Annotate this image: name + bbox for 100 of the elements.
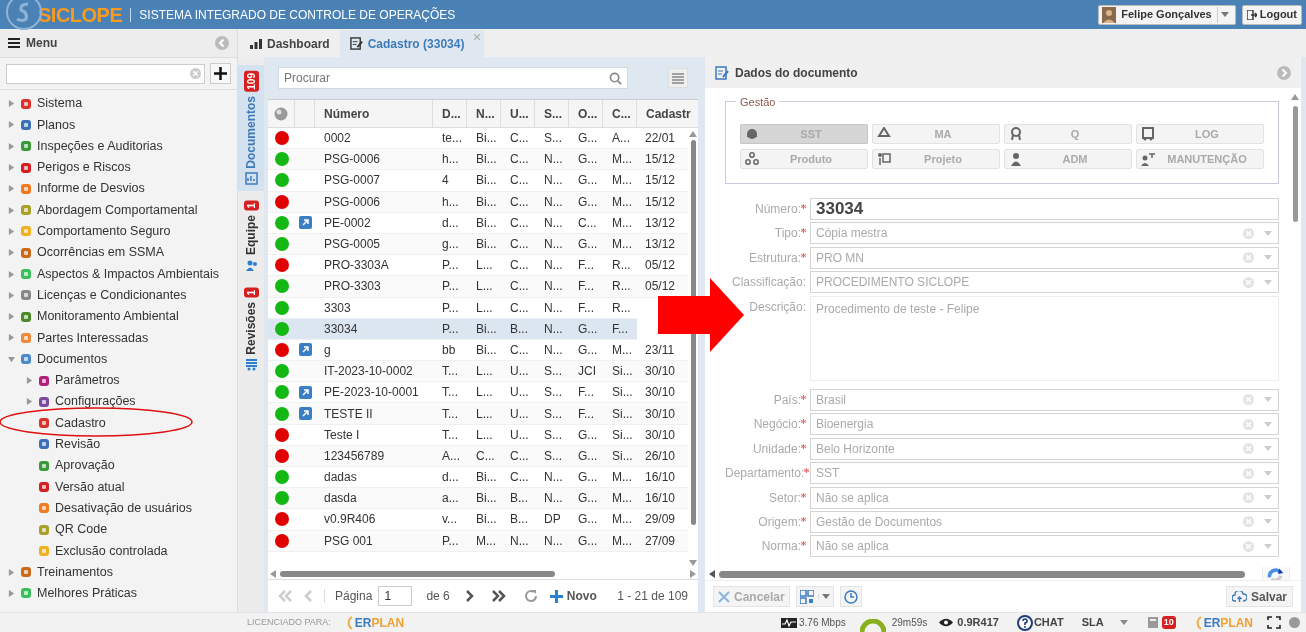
- expand-arrow-icon[interactable]: [8, 185, 15, 193]
- caret-icon[interactable]: [1264, 397, 1272, 403]
- menu-item[interactable]: Desativação de usuários: [55, 498, 192, 518]
- shortcut-icon[interactable]: [298, 407, 312, 421]
- expand-arrow-icon[interactable]: [8, 589, 15, 597]
- expand-arrow-icon[interactable]: [8, 270, 15, 278]
- collapse-arrow-icon[interactable]: [8, 355, 15, 363]
- expand-arrow-icon[interactable]: [8, 249, 15, 257]
- menu-item[interactable]: Melhores Práticas: [37, 584, 138, 603]
- menu-item[interactable]: Partes Interessadas: [37, 328, 149, 348]
- user-menu[interactable]: Felipe Gonçalves: [1098, 4, 1236, 25]
- caret-icon[interactable]: [1119, 620, 1128, 625]
- scroll-down-icon[interactable]: [689, 560, 697, 566]
- vertical-scrollbar[interactable]: [1291, 94, 1299, 222]
- previous-page-icon[interactable]: [304, 590, 312, 602]
- table-row[interactable]: PSG-0006 h... Bi... C... N... G... M... 15/12: [268, 191, 688, 213]
- collapse-icon[interactable]: [215, 36, 229, 50]
- scroll-left-icon[interactable]: [709, 570, 715, 578]
- horizontal-scrollbar[interactable]: [709, 568, 1245, 580]
- menu-item[interactable]: Documentos: [37, 349, 108, 369]
- column-header[interactable]: Número: [315, 100, 433, 127]
- column-header[interactable]: C...: [603, 100, 637, 127]
- columns-button[interactable]: [668, 68, 688, 88]
- menu-item[interactable]: Perigos e Riscos: [37, 158, 131, 177]
- expand-arrow-icon[interactable]: [8, 568, 15, 576]
- expand-arrow-icon[interactable]: [8, 100, 15, 108]
- table-row[interactable]: PSG-0005 g... Bi... C... N... G... M... 13/12: [268, 233, 688, 256]
- history-button[interactable]: [839, 586, 862, 607]
- shortcut-icon[interactable]: [298, 216, 312, 230]
- search-icon[interactable]: [609, 71, 622, 85]
- chat-button[interactable]: CHAT: [1016, 614, 1064, 631]
- save-button[interactable]: Salvar: [1225, 586, 1293, 607]
- expand-arrow-icon[interactable]: [8, 206, 15, 214]
- caret-icon[interactable]: [1264, 543, 1272, 549]
- close-icon[interactable]: [474, 34, 481, 40]
- table-row[interactable]: dasda a... Bi... B... N... G... M... 16/10: [268, 488, 688, 510]
- shortcut-icon[interactable]: [298, 385, 312, 399]
- qr-code-button[interactable]: [795, 586, 834, 607]
- expand-arrow-icon[interactable]: [8, 334, 15, 342]
- menu-item[interactable]: Parâmetros: [55, 371, 120, 390]
- calculator-icon[interactable]: [1147, 617, 1158, 628]
- table-row[interactable]: 33034 P... Bi... B... N... G... F...: [268, 318, 637, 340]
- page-field[interactable]: 1: [378, 586, 413, 606]
- caret-icon[interactable]: [1264, 255, 1272, 261]
- menu-item[interactable]: Aprovação: [55, 456, 115, 476]
- menu-item[interactable]: QR Code: [55, 520, 108, 539]
- expand-arrow-icon[interactable]: [8, 291, 15, 299]
- caret-icon[interactable]: [1264, 421, 1272, 427]
- expand-arrow-icon[interactable]: [8, 227, 15, 235]
- caret-icon[interactable]: [1264, 230, 1272, 236]
- column-header[interactable]: O...: [569, 100, 603, 127]
- menu-item[interactable]: Comportamento Seguro: [37, 222, 171, 241]
- scroll-up-icon[interactable]: [1291, 94, 1299, 100]
- menu-search-field[interactable]: [6, 63, 205, 84]
- menu-item[interactable]: Exclusão controlada: [55, 541, 168, 561]
- caret-icon[interactable]: [1264, 279, 1272, 285]
- menu-item[interactable]: Planos: [37, 115, 76, 135]
- table-row[interactable]: PSG-0007 4 Bi... C... N... G... M... 15/12: [268, 170, 688, 192]
- menu-item[interactable]: Ocorrências em SSMA: [37, 243, 165, 263]
- menu-item[interactable]: Configurações: [55, 392, 136, 412]
- caret-icon[interactable]: [1264, 519, 1272, 525]
- menu-item[interactable]: Abordagem Comportamental: [37, 200, 198, 220]
- table-row[interactable]: IT-2023-10-0002 T... L... U... S... JCI Si... 30/10: [268, 361, 688, 383]
- horizontal-scrollbar[interactable]: [268, 569, 698, 579]
- next-page-icon[interactable]: [465, 590, 474, 602]
- column-header[interactable]: U...: [501, 100, 535, 127]
- side-tab[interactable]: 109 Documentos: [238, 65, 264, 192]
- table-row[interactable]: dadas d... Bi... C... N... G... M... 16/10: [268, 467, 688, 489]
- menu-item[interactable]: Revisão: [55, 435, 101, 454]
- column-header[interactable]: D...: [433, 100, 467, 127]
- expand-icon[interactable]: [1277, 65, 1291, 80]
- menu-item[interactable]: Monitoramento Ambiental: [37, 307, 179, 326]
- table-row[interactable]: 123456789 A... C... C... S... G... Si... 26/10: [268, 445, 688, 467]
- table-row[interactable]: PRO-3303A P... L... C... N... F... R... 05/12: [268, 255, 688, 277]
- clear-icon[interactable]: [190, 68, 201, 79]
- menu-item[interactable]: Versão atual: [55, 477, 125, 497]
- tab[interactable]: Cadastro (33034): [339, 30, 485, 57]
- column-header[interactable]: Cadastr: [637, 100, 693, 127]
- caret-icon[interactable]: [1264, 446, 1272, 452]
- expand-arrow-icon[interactable]: [8, 142, 15, 150]
- table-row[interactable]: PSG-0006 h... Bi... C... N... G... M... 15/12: [268, 149, 688, 171]
- vertical-scrollbar[interactable]: [688, 128, 698, 569]
- tab[interactable]: Dashboard: [240, 30, 340, 57]
- expand-arrow-icon[interactable]: [26, 377, 33, 384]
- menu-item[interactable]: Sistema: [37, 94, 83, 113]
- menu-item[interactable]: Aspectos & Impactos Ambientais: [37, 264, 220, 284]
- first-page-icon[interactable]: [278, 590, 292, 602]
- logout-button[interactable]: Logout: [1241, 4, 1302, 25]
- caret-icon[interactable]: [1264, 495, 1272, 500]
- fullscreen-icon[interactable]: [1267, 616, 1281, 629]
- add-button[interactable]: [210, 63, 231, 84]
- expand-arrow-icon[interactable]: [8, 313, 15, 321]
- column-header[interactable]: S...: [535, 100, 569, 127]
- search-field[interactable]: Procurar: [278, 67, 628, 89]
- new-button[interactable]: Novo: [549, 587, 597, 605]
- expand-arrow-icon[interactable]: [8, 121, 15, 129]
- number-field[interactable]: 33034: [810, 198, 1279, 220]
- notification-badge[interactable]: 10: [1161, 616, 1176, 629]
- scroll-up-icon[interactable]: [689, 131, 697, 137]
- expand-arrow-icon[interactable]: [8, 164, 15, 172]
